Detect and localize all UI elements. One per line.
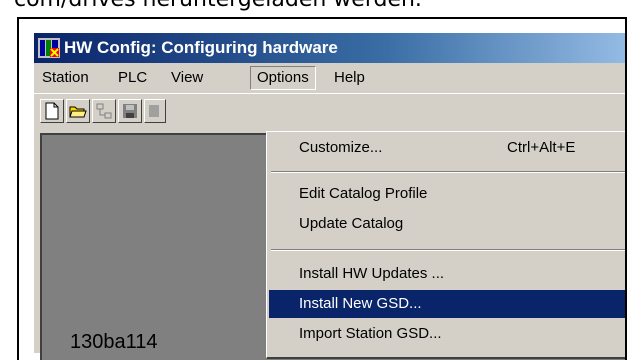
menu-item-install-new-gsd[interactable]: Install New GSD... xyxy=(269,290,625,318)
save-button[interactable] xyxy=(118,99,142,123)
menu-item-label: Install HW Updates ... xyxy=(299,265,445,282)
menu-item-update-catalog[interactable]: Update Catalog xyxy=(269,210,625,238)
network-button[interactable] xyxy=(92,99,116,123)
open-button[interactable] xyxy=(66,99,90,123)
new-document-icon xyxy=(45,102,59,120)
document-text-fragment: com/drives heruntergeladen werden. xyxy=(14,0,422,12)
download-icon xyxy=(149,105,159,117)
menu-separator xyxy=(271,171,625,173)
menu-plc[interactable]: PLC xyxy=(114,67,151,89)
window-title: HW Config: Configuring hardware xyxy=(64,38,338,57)
network-icon xyxy=(96,103,112,119)
options-dropdown-menu: Customize... Ctrl+Alt+E Edit Catalog Pro… xyxy=(266,131,625,359)
menu-item-label: Install New GSD... xyxy=(299,295,422,312)
new-button[interactable] xyxy=(40,99,64,123)
hw-config-app-icon xyxy=(38,38,60,58)
menu-item-label: Update Catalog xyxy=(299,215,404,232)
menu-item-shortcut: Ctrl+Alt+E xyxy=(507,139,576,156)
hw-config-window: HW Config: Configuring hardware Station … xyxy=(34,33,625,360)
menu-bar: Station PLC View Options Help xyxy=(34,63,625,93)
toolbar xyxy=(34,93,625,128)
menu-station[interactable]: Station xyxy=(38,67,93,89)
menu-help[interactable]: Help xyxy=(330,67,369,89)
save-icon xyxy=(123,104,137,118)
menu-item-customize[interactable]: Customize... Ctrl+Alt+E xyxy=(269,134,625,162)
download-button[interactable] xyxy=(144,99,166,123)
menu-item-edit-catalog-profile[interactable]: Edit Catalog Profile xyxy=(269,180,625,208)
figure-caption: 130ba114 xyxy=(70,331,158,353)
menu-item-install-hw-updates[interactable]: Install HW Updates ... xyxy=(269,260,625,288)
menu-view[interactable]: View xyxy=(167,67,207,89)
menu-separator xyxy=(271,249,625,251)
open-folder-icon xyxy=(69,106,87,118)
title-bar[interactable]: HW Config: Configuring hardware xyxy=(34,33,625,63)
menu-options[interactable]: Options xyxy=(250,66,316,90)
menu-item-label: Customize... xyxy=(299,139,383,156)
menu-item-label: Edit Catalog Profile xyxy=(299,185,428,202)
menu-item-import-station-gsd[interactable]: Import Station GSD... xyxy=(269,320,625,348)
menu-item-label: Import Station GSD... xyxy=(299,325,442,342)
figure-frame: HW Config: Configuring hardware Station … xyxy=(17,17,627,360)
